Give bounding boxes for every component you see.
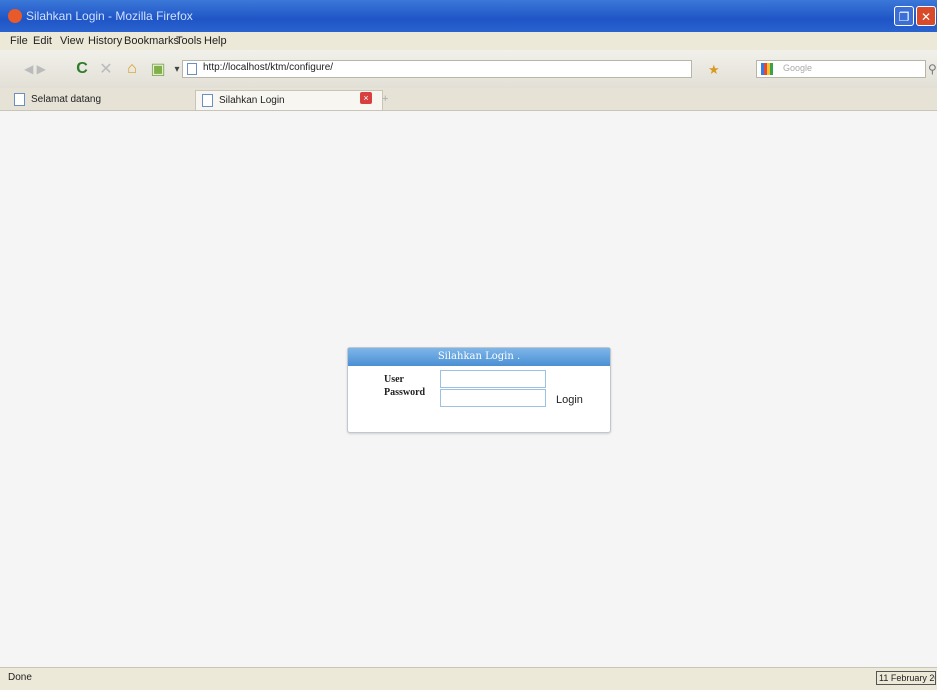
login-button[interactable]: Login <box>556 394 583 406</box>
menu-tools[interactable]: Tools <box>176 35 202 47</box>
google-icon[interactable] <box>761 63 773 75</box>
maximize-button[interactable]: ❐ <box>894 6 914 26</box>
bookmark-item[interactable]: Selamat datang <box>14 91 101 107</box>
close-icon[interactable]: × <box>360 92 372 104</box>
url-text[interactable]: http://localhost/ktm/configure/ <box>203 62 333 73</box>
stop-icon[interactable]: ✕ <box>96 59 116 79</box>
title-bar: Silahkan Login - Mozilla Firefox ❐ ✕ <box>0 0 937 32</box>
back-forward-buttons[interactable]: ◀ ▶ <box>10 59 60 79</box>
menu-file[interactable]: File <box>10 35 28 47</box>
menu-help[interactable]: Help <box>204 35 227 47</box>
status-text: Done <box>8 672 32 683</box>
search-icon[interactable]: ⚲ <box>928 62 937 76</box>
user-input[interactable] <box>440 370 546 388</box>
password-input[interactable] <box>440 389 546 407</box>
star-icon[interactable]: ★ <box>708 62 720 78</box>
bookmark-label: Selamat datang <box>31 93 102 105</box>
menu-view[interactable]: View <box>60 35 84 47</box>
bookmark-icon[interactable]: ▣ <box>148 59 168 79</box>
login-header: Silahkan Login . <box>348 348 610 366</box>
chevron-down-icon[interactable]: ▾ <box>172 59 182 79</box>
search-input[interactable]: Google <box>756 60 926 78</box>
login-panel: Silahkan Login . User Password Login <box>347 347 611 433</box>
date-display: 11 February 2012 <box>876 671 936 685</box>
reload-icon[interactable]: C <box>72 59 92 79</box>
menu-history[interactable]: History <box>88 35 122 47</box>
tab-label-wrap: Silahkan Login <box>202 92 285 108</box>
url-bar[interactable]: http://localhost/ktm/configure/ <box>182 60 692 78</box>
user-label: User <box>384 374 404 385</box>
menu-edit[interactable]: Edit <box>33 35 52 47</box>
menu-bookmarks[interactable]: Bookmarks <box>124 35 179 47</box>
close-button[interactable]: ✕ <box>916 6 936 26</box>
status-bar: Done 11 February 2012 <box>0 667 937 690</box>
page-icon <box>202 93 213 107</box>
navigation-toolbar: ◀ ▶ C ✕ ⌂ ▣ ▾ http://localhost/ktm/confi… <box>0 50 937 89</box>
password-label: Password <box>384 387 426 398</box>
home-icon[interactable]: ⌂ <box>122 59 142 79</box>
tab-active[interactable]: Silahkan Login <box>195 90 383 110</box>
page-content: Silahkan Login . User Password Login <box>0 111 937 667</box>
new-tab-button[interactable]: + <box>382 93 388 105</box>
page-icon <box>187 63 197 75</box>
tab-label: Silahkan Login <box>219 94 285 106</box>
firefox-icon <box>8 9 22 23</box>
search-placeholder: Google <box>783 63 813 73</box>
tabs-bar: Selamat datang Silahkan Login × + <box>0 88 937 111</box>
menu-bar: File Edit View History Bookmarks Tools H… <box>0 32 937 50</box>
page-icon <box>14 92 25 106</box>
window-title: Silahkan Login - Mozilla Firefox <box>26 9 193 23</box>
